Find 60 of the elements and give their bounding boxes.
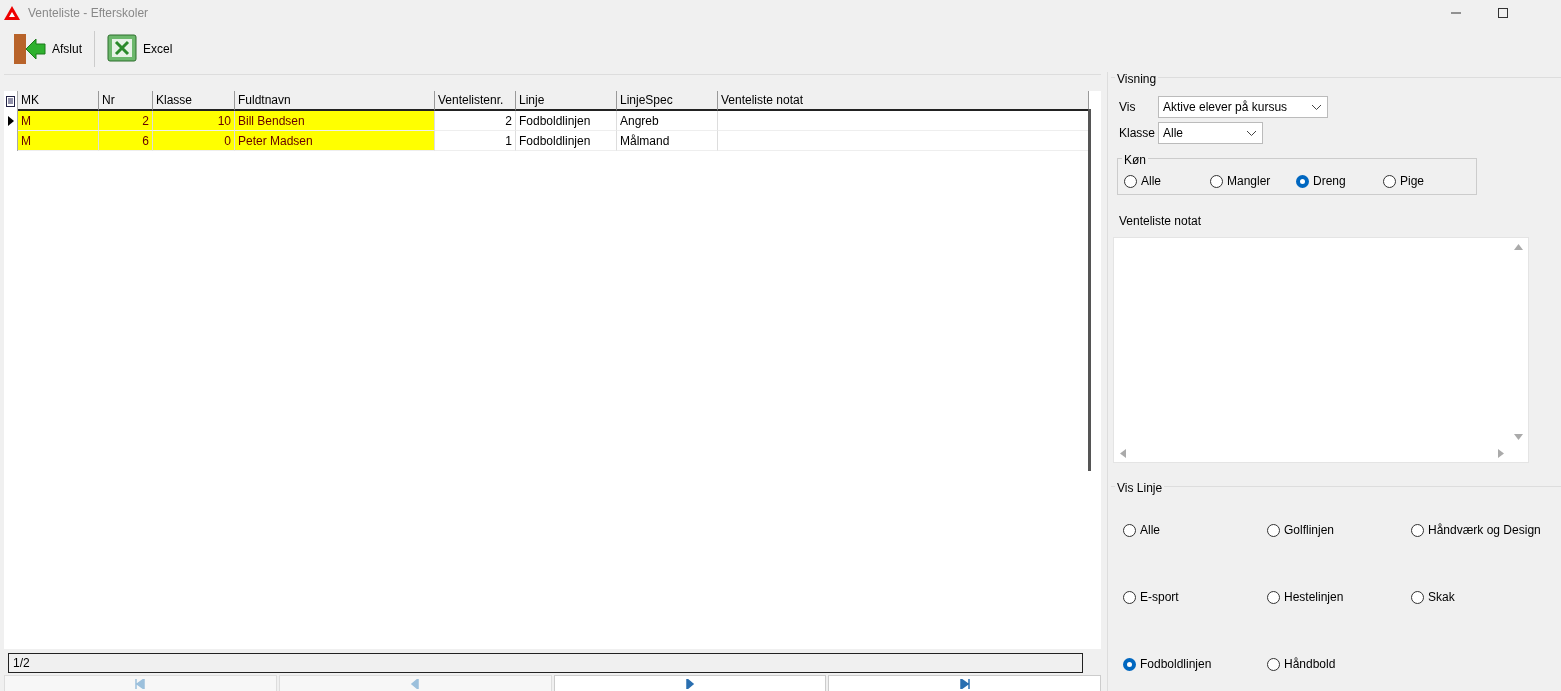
radio-option[interactable]: Golflinjen	[1267, 521, 1411, 539]
last-arrow-icon	[959, 678, 970, 689]
table-cell: Fodboldlinjen	[516, 111, 617, 131]
next-record-button[interactable]	[553, 675, 827, 691]
radio-option[interactable]: Pige	[1383, 172, 1470, 190]
table-cell: 2	[99, 111, 153, 131]
table-cell: Angreb	[617, 111, 718, 131]
prev-arrow-icon	[410, 678, 421, 689]
radio-option[interactable]: E-sport	[1123, 588, 1267, 606]
radio-option[interactable]: Fodboldlinjen	[1123, 655, 1267, 673]
table-cell: M	[18, 131, 99, 151]
table-cell: M	[18, 111, 99, 131]
scrollbar-thumb[interactable]	[1088, 109, 1091, 471]
exit-button[interactable]: Afslut	[4, 28, 90, 70]
maximize-icon[interactable]	[1498, 8, 1508, 18]
first-arrow-icon	[135, 678, 146, 689]
radio-option[interactable]: Mangler	[1210, 172, 1296, 190]
table-cell: 10	[153, 111, 235, 131]
door-arrow-icon	[12, 32, 46, 66]
excel-button[interactable]: Excel	[99, 28, 181, 70]
table-cell: 2	[435, 111, 516, 131]
table-cell: 1	[435, 131, 516, 151]
radio-option[interactable]: Håndbold	[1267, 655, 1411, 673]
caret-icon	[1312, 104, 1321, 110]
radio-option[interactable]: Skak	[1411, 588, 1561, 606]
column-header[interactable]: Klasse	[153, 91, 235, 111]
table-cell: Bill Bendsen	[235, 111, 435, 131]
caret-icon	[1247, 130, 1256, 136]
spreadsheet-icon	[107, 34, 137, 64]
radio-option[interactable]: Dreng	[1296, 172, 1383, 190]
table-cell: Målmand	[617, 131, 718, 151]
table-cell: 6	[99, 131, 153, 151]
field-label: Venteliste notat	[1119, 213, 1203, 230]
column-header[interactable]: Linje	[516, 91, 617, 111]
table-cell: Peter Madsen	[235, 131, 435, 151]
table-cell: 0	[153, 131, 235, 151]
table-cell: Fodboldlinjen	[516, 131, 617, 151]
next-arrow-icon	[684, 678, 695, 689]
field-label: Klasse	[1118, 125, 1157, 142]
column-header[interactable]: Fuldtnavn	[235, 91, 435, 111]
radio-option[interactable]: Alle	[1124, 172, 1210, 190]
scroll-up-icon[interactable]	[1514, 244, 1523, 250]
field-label: Vis	[1118, 99, 1137, 116]
column-header[interactable]: Ventelistenr.	[435, 91, 516, 111]
last-record-button[interactable]	[828, 675, 1101, 691]
column-header[interactable]: Nr	[99, 91, 153, 111]
scroll-right-icon[interactable]	[1498, 449, 1504, 458]
scroll-left-icon[interactable]	[1120, 449, 1126, 458]
column-header[interactable]: MK	[18, 91, 99, 111]
radio-option[interactable]: Håndværk og Design	[1411, 521, 1561, 539]
radio-option[interactable]: Alle	[1123, 521, 1267, 539]
record-counter: 1/2	[8, 653, 1083, 673]
window-title: Venteliste - Efterskoler	[28, 5, 150, 22]
column-header[interactable]: LinjeSpec	[617, 91, 718, 111]
dropdown[interactable]: Alle	[1158, 122, 1263, 144]
radio-option[interactable]: Hestelinjen	[1267, 588, 1411, 606]
scroll-down-icon[interactable]	[1514, 434, 1523, 440]
column-header[interactable]: Venteliste notat	[718, 91, 1089, 111]
dropdown[interactable]: Aktive elever på kursus	[1158, 96, 1328, 118]
app-logo-icon	[4, 6, 20, 20]
